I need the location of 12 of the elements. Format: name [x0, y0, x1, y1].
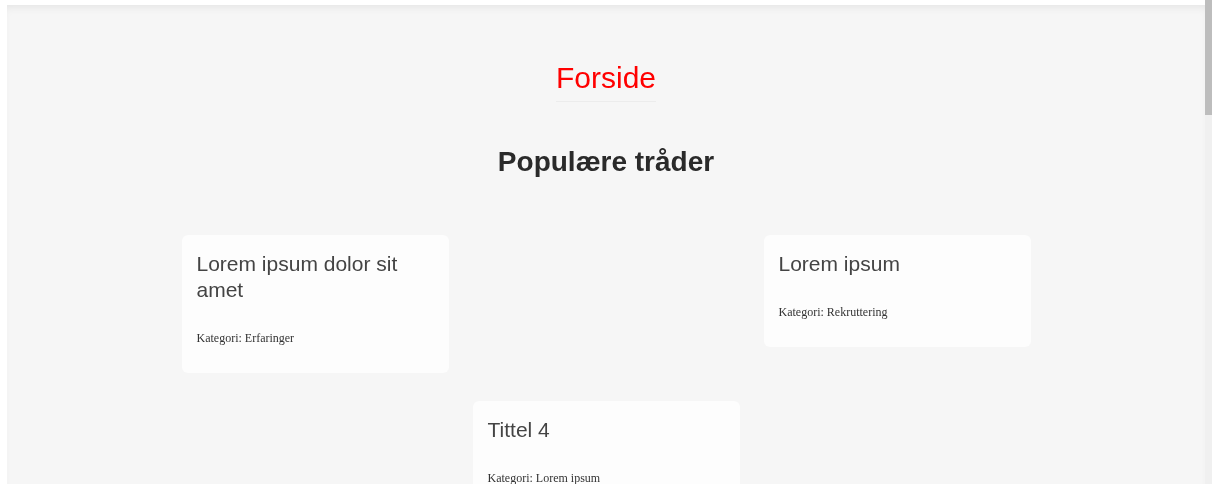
- page-title: Forside: [555, 59, 656, 102]
- thread-category: Kategori: Lorem ipsum: [487, 470, 602, 484]
- thread-title[interactable]: Tittel 4: [487, 417, 725, 443]
- thread-card[interactable]: Tittel 4 Kategori: Lorem ipsum: [472, 401, 740, 484]
- thread-category: Kategori: Rekruttering: [778, 304, 889, 321]
- thread-card[interactable]: Lorem ipsum Kategori: Rekruttering: [763, 235, 1031, 347]
- thread-card[interactable]: Lorem ipsum dolor sit amet Kategori: Erfaringer: [181, 235, 449, 373]
- section-heading: Populære tråder: [497, 145, 715, 179]
- thread-category: Kategori: Erfaringer: [196, 330, 296, 347]
- thread-title[interactable]: Lorem ipsum dolor sit amet: [196, 251, 434, 303]
- thread-title[interactable]: Lorem ipsum: [778, 251, 1016, 277]
- scrollbar-thumb[interactable]: [1205, 0, 1212, 115]
